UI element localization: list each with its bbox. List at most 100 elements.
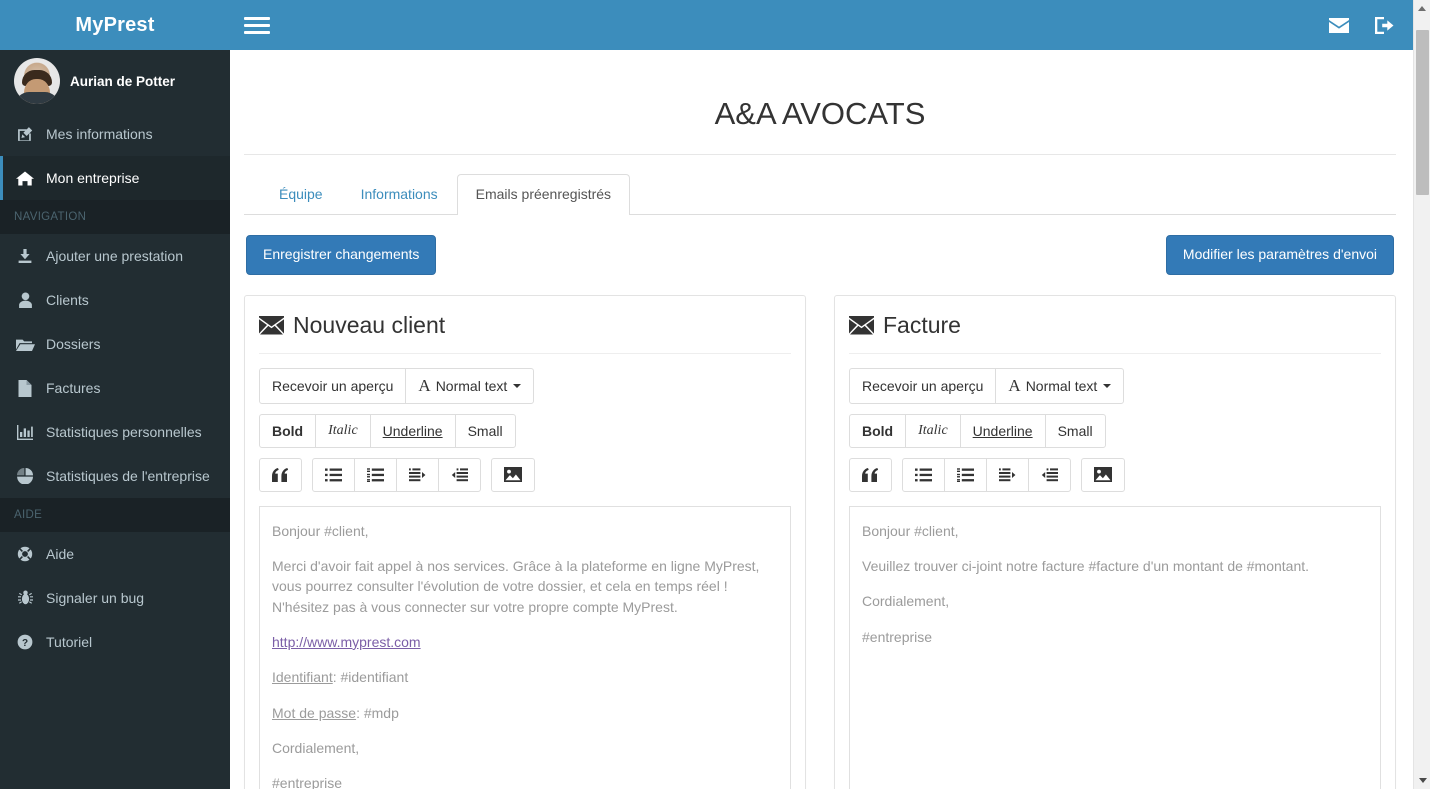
sidebar-item-factures[interactable]: Factures <box>0 366 230 410</box>
caret-up-icon[interactable] <box>1414 0 1430 17</box>
sidebar-item-label: Aide <box>46 546 75 562</box>
editor-toolbar-row-1: Recevoir un aperçu A Normal text Bold It… <box>259 367 791 448</box>
sidebar-section-navigation: NAVIGATION <box>0 200 230 234</box>
sidebar-item-label: Ajouter une prestation <box>46 248 183 264</box>
sidebar-item-label: Mes informations <box>46 126 153 142</box>
indent-icon[interactable] <box>396 457 439 492</box>
editor-toolbar-row-2 <box>259 457 791 492</box>
editor-greeting: Bonjour #client, <box>272 522 369 539</box>
editor-toolbar-row-2 <box>849 457 1381 492</box>
sidebar-item-label: Mon entreprise <box>46 170 140 186</box>
scrollbar-thumb[interactable] <box>1416 30 1429 195</box>
user-icon <box>15 292 35 308</box>
sidebar-item-mes-informations[interactable]: Mes informations <box>0 112 230 156</box>
font-a-icon: A <box>418 375 431 395</box>
panel-title: Nouveau client <box>293 311 446 338</box>
sidebar-item-label: Clients <box>46 292 89 308</box>
preview-button[interactable]: Recevoir un aperçu <box>259 367 407 404</box>
identifiant-value: : #identifiant <box>332 669 409 686</box>
content-area: A&A AVOCATS Équipe Informations Emails p… <box>230 50 1430 789</box>
editor-greeting: Bonjour #client, <box>862 522 959 539</box>
underline-button[interactable]: Underline <box>369 413 456 448</box>
unordered-list-icon[interactable] <box>902 457 945 492</box>
sidebar-item-statistiques-entreprise[interactable]: Statistiques de l'entreprise <box>0 454 230 498</box>
editor-paragraph: Merci d'avoir fait appel à nos services.… <box>272 558 760 615</box>
identifiant-label: Identifiant <box>272 669 333 686</box>
sidebar-item-label: Statistiques personnelles <box>46 424 202 440</box>
email-body-editor-facture[interactable]: Bonjour #client, Veuillez trouver ci-joi… <box>849 505 1381 789</box>
sidebar-item-ajouter-une-prestation[interactable]: Ajouter une prestation <box>0 234 230 278</box>
preview-button[interactable]: Recevoir un aperçu <box>849 367 997 404</box>
action-button-row: Enregistrer changements Modifier les par… <box>244 234 1396 275</box>
envelope-icon[interactable] <box>1329 17 1349 33</box>
file-icon <box>15 379 35 397</box>
editor-paragraph: Veuillez trouver ci-joint notre facture … <box>862 558 1310 575</box>
tab-emails-preenregistres[interactable]: Emails préenregistrés <box>456 174 631 215</box>
quote-icon[interactable] <box>849 457 892 492</box>
download-icon <box>15 248 35 264</box>
main-area: A&A AVOCATS Équipe Informations Emails p… <box>230 0 1430 789</box>
email-templates-panels: Nouveau client Recevoir un aperçu A Norm… <box>244 294 1396 789</box>
envelope-icon <box>849 315 874 335</box>
ordered-list-icon[interactable] <box>354 457 397 492</box>
sidebar-item-label: Dossiers <box>46 336 101 352</box>
myprest-link[interactable]: http://www.myprest.com <box>272 634 421 650</box>
tab-equipe[interactable]: Équipe <box>260 174 342 215</box>
sidebar-item-statistiques-personnelles[interactable]: Statistiques personnelles <box>0 410 230 454</box>
save-changes-button[interactable]: Enregistrer changements <box>246 234 437 275</box>
question-circle-icon: ? <box>15 634 35 650</box>
editor-link-paragraph: http://www.myprest.com <box>272 632 778 652</box>
tab-informations[interactable]: Informations <box>342 174 457 215</box>
bold-button[interactable]: Bold <box>849 413 907 448</box>
outdent-icon[interactable] <box>438 457 481 492</box>
text-style-dropdown[interactable]: A Normal text <box>405 367 535 404</box>
sidebar-item-mon-entreprise[interactable]: Mon entreprise <box>0 156 230 200</box>
sidebar-item-dossiers[interactable]: Dossiers <box>0 322 230 366</box>
email-body-editor-nouveau-client[interactable]: Bonjour #client, Merci d'avoir fait appe… <box>259 505 791 789</box>
chevron-down-icon <box>1103 383 1112 388</box>
edit-square-icon <box>15 126 35 143</box>
small-button[interactable]: Small <box>454 413 516 448</box>
sidebar-item-aide[interactable]: Aide <box>0 532 230 576</box>
ordered-list-icon[interactable] <box>944 457 987 492</box>
toolbar-group-lists-indent <box>902 457 1071 492</box>
editor-password-line: Mot de passe: #mdp <box>272 703 778 723</box>
image-icon[interactable] <box>1081 457 1125 492</box>
email-panel-facture: Facture Recevoir un aperçu A Normal text <box>834 294 1396 789</box>
pie-chart-icon <box>15 468 35 484</box>
toolbar-group-lists-indent <box>312 457 481 492</box>
svg-text:?: ? <box>22 638 28 649</box>
chevron-down-icon <box>513 383 522 388</box>
sidebar-item-tutoriel[interactable]: ? Tutoriel <box>0 620 230 664</box>
toolbar-group-preview-style: Recevoir un aperçu A Normal text <box>849 367 1125 404</box>
folder-open-icon <box>15 337 35 352</box>
sidebar: MyPrest Aurian de Potter Mes information… <box>0 0 230 789</box>
caret-down-icon[interactable] <box>1414 772 1430 789</box>
panel-header: Facture <box>849 310 1381 354</box>
underline-button[interactable]: Underline <box>959 413 1046 448</box>
italic-button[interactable]: Italic <box>315 413 371 448</box>
image-icon[interactable] <box>491 457 535 492</box>
page-scrollbar[interactable] <box>1413 0 1430 789</box>
quote-icon[interactable] <box>259 457 302 492</box>
italic-button[interactable]: Italic <box>905 413 961 448</box>
toolbar-group-formatting: Bold Italic Underline Small <box>849 413 1106 448</box>
sidebar-item-clients[interactable]: Clients <box>0 278 230 322</box>
sidebar-item-signaler-un-bug[interactable]: Signaler un bug <box>0 576 230 620</box>
unordered-list-icon[interactable] <box>312 457 355 492</box>
outdent-icon[interactable] <box>1028 457 1071 492</box>
toolbar-group-quote <box>849 457 892 492</box>
bold-button[interactable]: Bold <box>259 413 317 448</box>
editor-signature: #entreprise <box>272 775 343 789</box>
email-panel-nouveau-client: Nouveau client Recevoir un aperçu A Norm… <box>244 294 806 789</box>
user-panel[interactable]: Aurian de Potter <box>0 50 230 112</box>
hamburger-icon[interactable] <box>244 16 270 34</box>
small-button[interactable]: Small <box>1044 413 1106 448</box>
brand-logo[interactable]: MyPrest <box>0 0 230 50</box>
panel-title: Facture <box>883 311 961 338</box>
sign-out-icon[interactable] <box>1375 16 1394 34</box>
text-style-dropdown[interactable]: A Normal text <box>995 367 1125 404</box>
indent-icon[interactable] <box>986 457 1029 492</box>
topbar <box>230 0 1430 50</box>
edit-send-settings-button[interactable]: Modifier les paramètres d'envoi <box>1165 234 1394 275</box>
